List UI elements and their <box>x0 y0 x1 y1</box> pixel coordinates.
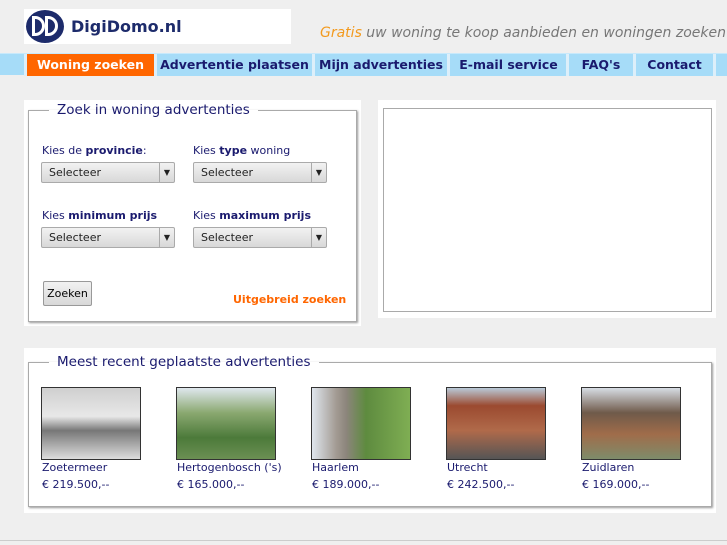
chevron-down-icon: ▼ <box>311 228 326 247</box>
tagline-text: uw woning te koop aanbieden en woningen … <box>361 25 726 41</box>
main-nav: Woning zoeken Advertentie plaatsen Mijn … <box>0 53 727 76</box>
ad-box <box>383 108 712 312</box>
logo-mark-icon <box>26 10 64 43</box>
search-button[interactable]: Zoeken <box>43 281 92 306</box>
listing-photo[interactable] <box>176 387 276 460</box>
listing-photo[interactable] <box>581 387 681 460</box>
listing-city[interactable]: Zuidlaren <box>582 461 634 474</box>
chevron-down-icon: ▼ <box>159 163 174 182</box>
listing-city[interactable]: Utrecht <box>447 461 488 474</box>
min-price-select[interactable]: Selecteer ▼ <box>41 227 175 248</box>
chevron-down-icon: ▼ <box>311 163 326 182</box>
provincie-label: Kies de provincie: <box>42 144 147 157</box>
nav-email-service[interactable]: E-mail service <box>447 54 567 76</box>
listing-price: € 165.000,-- <box>177 478 245 491</box>
type-select[interactable]: Selecteer ▼ <box>193 162 327 183</box>
type-label: Kies type woning <box>193 144 291 157</box>
advanced-search-link[interactable]: Uitgebreid zoeken <box>233 293 346 306</box>
footer-divider <box>0 540 727 541</box>
listing-city[interactable]: Haarlem <box>312 461 359 474</box>
tagline-highlight: Gratis <box>320 25 362 41</box>
nav-woning-zoeken[interactable]: Woning zoeken <box>24 54 154 76</box>
site-logo[interactable]: DigiDomo.nl <box>24 9 291 44</box>
listing-price: € 219.500,-- <box>42 478 110 491</box>
listing-price: € 242.500,-- <box>447 478 515 491</box>
listing-city[interactable]: Hertogenbosch ('s) <box>177 461 282 474</box>
logo-text: DigiDomo.nl <box>71 17 182 36</box>
nav-faq[interactable]: FAQ's <box>566 54 633 76</box>
provincie-select[interactable]: Selecteer ▼ <box>41 162 175 183</box>
listing-city[interactable]: Zoetermeer <box>42 461 107 474</box>
tagline: Gratis uw woning te koop aanbieden en wo… <box>320 25 726 41</box>
search-title: Zoek in woning advertenties <box>57 102 250 118</box>
listing-price: € 169.000,-- <box>582 478 650 491</box>
max-price-label: Kies maximum prijs <box>193 209 311 222</box>
nav-contact[interactable]: Contact <box>633 54 713 76</box>
nav-mijn-advertenties[interactable]: Mijn advertenties <box>312 54 447 76</box>
chevron-down-icon: ▼ <box>159 228 174 247</box>
listing-photo[interactable] <box>446 387 546 460</box>
listing-photo[interactable] <box>311 387 411 460</box>
listing-photo[interactable] <box>41 387 141 460</box>
recent-title: Meest recent geplaatste advertenties <box>57 354 311 370</box>
listing-price: € 189.000,-- <box>312 478 380 491</box>
nav-filler <box>713 54 727 76</box>
nav-advertentie-plaatsen[interactable]: Advertentie plaatsen <box>154 54 312 76</box>
min-price-label: Kies minimum prijs <box>42 209 158 222</box>
max-price-select[interactable]: Selecteer ▼ <box>193 227 327 248</box>
